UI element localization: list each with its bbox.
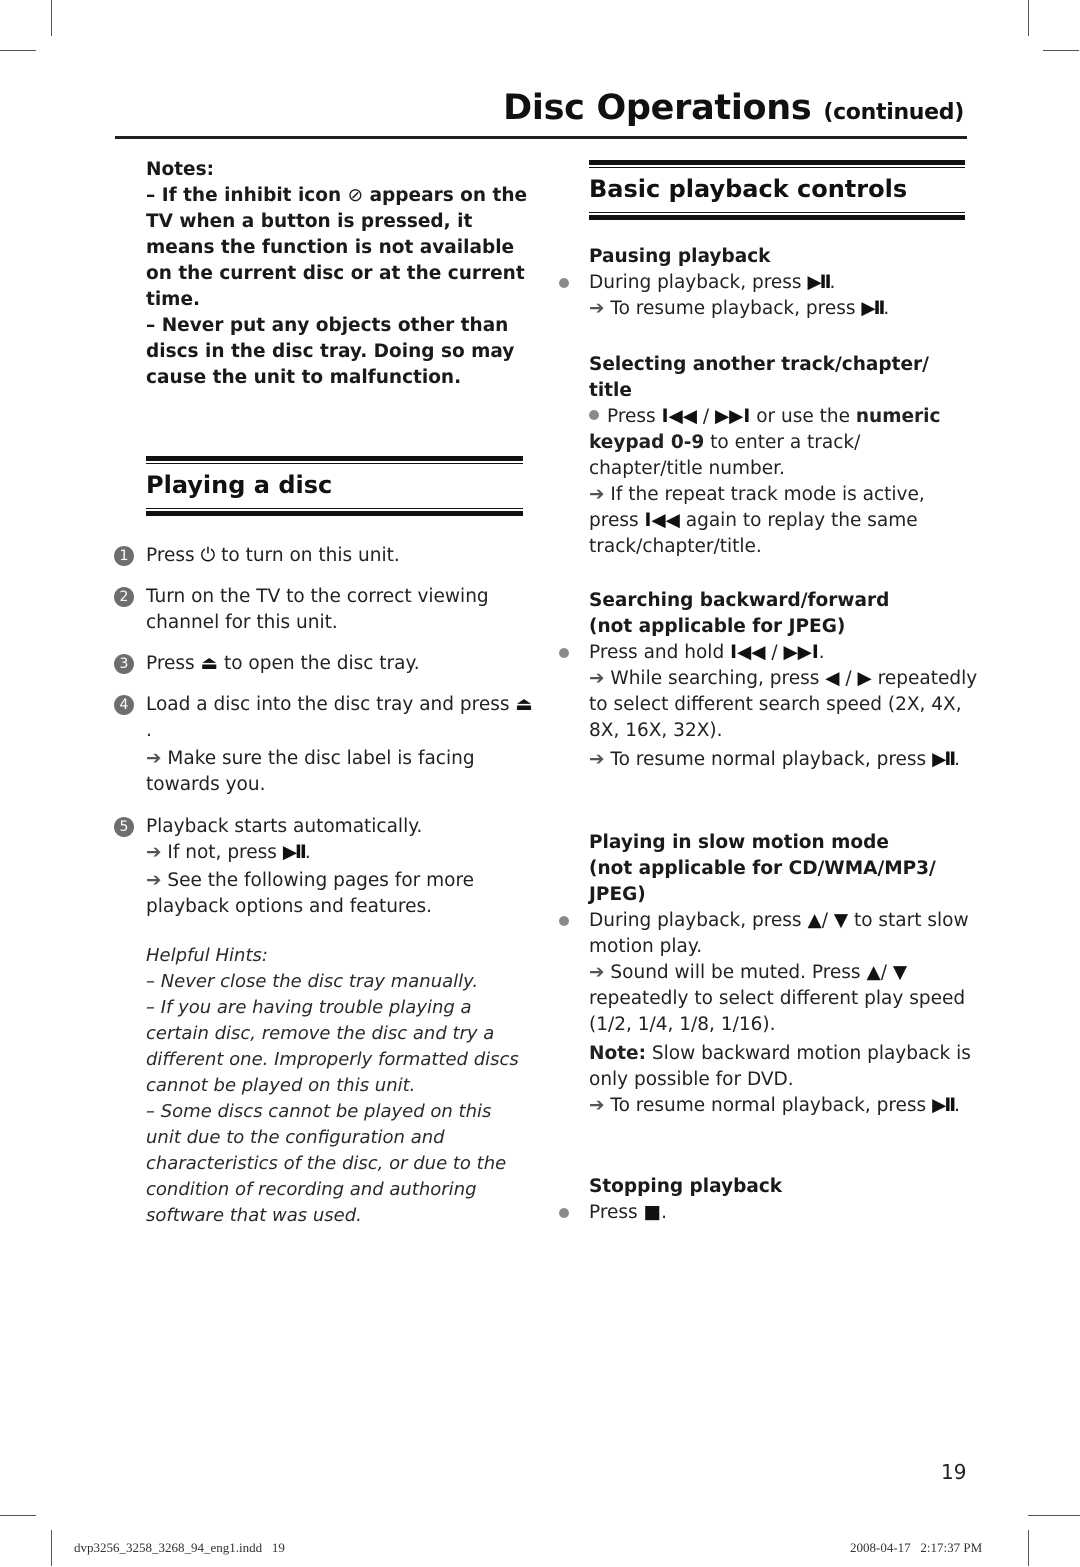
hint-item: – Some discs cannot be played on this un…: [146, 1101, 507, 1226]
footer-timestamp: 2008-04-17 2:17:37 PM: [850, 1540, 983, 1555]
arrow-icon: ➔: [589, 1095, 605, 1116]
section-title: Basic playback controls: [589, 175, 908, 203]
hints-heading: Helpful Hints:: [146, 945, 268, 966]
up-icon: ▲: [866, 962, 881, 983]
down-icon: ▼: [892, 962, 908, 983]
stop-icon: ■: [643, 1202, 662, 1223]
arrow-icon: ➔: [146, 870, 162, 891]
play-pause-icon: ▶II: [932, 749, 956, 770]
step-4: 4 Load a disc into the disc tray and pre…: [114, 692, 534, 798]
play-pause-icon: ▶II: [282, 842, 307, 863]
inhibit-icon: ⊘: [347, 185, 364, 206]
bullet-icon: [589, 410, 599, 420]
eject-icon: ⏏: [200, 653, 219, 674]
play-pause-icon: ▶II: [932, 1095, 956, 1116]
bullet-icon: [559, 1208, 569, 1218]
crop-mark: [1028, 1515, 1080, 1516]
page-number: 19: [941, 1460, 967, 1484]
eject-icon: ⏏: [515, 694, 533, 715]
arrow-icon: ➔: [589, 962, 605, 983]
next-icon: ▶▶I: [714, 406, 751, 427]
arrow-icon: ➔: [146, 842, 162, 863]
page-title-main: Disc Operations: [503, 88, 812, 128]
slow-motion-mode: Playing in slow motion mode (not applica…: [559, 830, 979, 1119]
note-label: Note:: [589, 1043, 646, 1064]
section-heading-basic-controls: Basic playback controls: [589, 160, 965, 220]
note-item: – Never put any objects other than discs…: [146, 315, 515, 388]
down-icon: ▼: [833, 910, 849, 931]
notes-block: Notes: – If the inhibit icon ⊘ appears o…: [146, 157, 531, 391]
arrow-icon: ➔: [589, 298, 605, 319]
play-pause-icon: ▶II: [861, 298, 885, 319]
step-number: 1: [114, 546, 134, 566]
subsection-title: Pausing playback: [589, 246, 771, 267]
previous-icon: I◀◀: [644, 510, 680, 531]
step-2: 2 Turn on the TV to the correct viewing …: [114, 584, 534, 636]
note-item: – If the inhibit icon ⊘ appears on the T…: [146, 185, 528, 310]
play-pause-icon: ▶II: [807, 272, 831, 293]
hint-item: – Never close the disc tray manually.: [146, 971, 479, 992]
arrow-icon: ➔: [589, 484, 605, 505]
selecting-track: Selecting another track/chapter/ title P…: [589, 354, 941, 557]
arrow-icon: ➔: [146, 748, 162, 769]
helpful-hints: Helpful Hints: – Never close the disc tr…: [146, 943, 531, 1229]
right-icon: ▶: [857, 668, 872, 689]
step-number: 2: [114, 587, 134, 607]
pausing-playback: Pausing playback During playback, press …: [559, 244, 979, 322]
crop-mark: [1028, 1530, 1029, 1566]
step-number: 5: [114, 817, 134, 837]
subsection-title: Stopping playback: [589, 1176, 783, 1197]
crop-mark: [51, 1530, 52, 1566]
crop-mark: [1028, 0, 1029, 36]
subsection-title: Searching backward/forward: [589, 590, 890, 611]
subsection-title: Playing in slow motion mode: [589, 832, 889, 853]
bullet-icon: [559, 648, 569, 658]
crop-mark: [51, 0, 52, 36]
step-1: 1 Press ⏻ to turn on this unit.: [114, 543, 534, 569]
searching-backward-forward: Searching backward/forward (not applicab…: [559, 588, 979, 773]
title-rule: [115, 136, 967, 139]
up-icon: ▲: [807, 910, 822, 931]
bullet-icon: [559, 916, 569, 926]
crop-mark: [0, 1515, 36, 1516]
stopping-playback: Stopping playback Press ■.: [559, 1174, 979, 1226]
power-icon: ⏻: [200, 545, 216, 566]
step-number: 3: [114, 654, 134, 674]
step-5: 5 Playback starts automatically. ➔ If no…: [114, 814, 534, 920]
step-number: 4: [114, 695, 134, 715]
subsection-title: Selecting another track/chapter/ title: [589, 354, 929, 401]
crop-mark: [0, 50, 36, 51]
footer-file-name: dvp3256_3258_3268_94_eng1.indd 19: [74, 1540, 285, 1555]
arrow-icon: ➔: [589, 749, 605, 770]
arrow-icon: ➔: [589, 668, 605, 689]
page-title-suffix: (continued): [823, 100, 964, 125]
previous-icon: I◀◀: [661, 406, 697, 427]
notes-heading: Notes:: [146, 159, 214, 180]
left-icon: ◀: [825, 668, 840, 689]
step-3: 3 Press ⏏ to open the disc tray.: [114, 651, 534, 677]
bullet-icon: [559, 278, 569, 288]
section-heading-playing-disc: Playing a disc: [146, 456, 523, 516]
next-icon: ▶▶I: [783, 642, 819, 663]
section-title: Playing a disc: [146, 471, 333, 499]
page-title: Disc Operations (continued): [503, 88, 964, 128]
hint-item: – If you are having trouble playing a ce…: [146, 997, 519, 1096]
crop-mark: [1043, 50, 1079, 51]
previous-icon: I◀◀: [730, 642, 766, 663]
